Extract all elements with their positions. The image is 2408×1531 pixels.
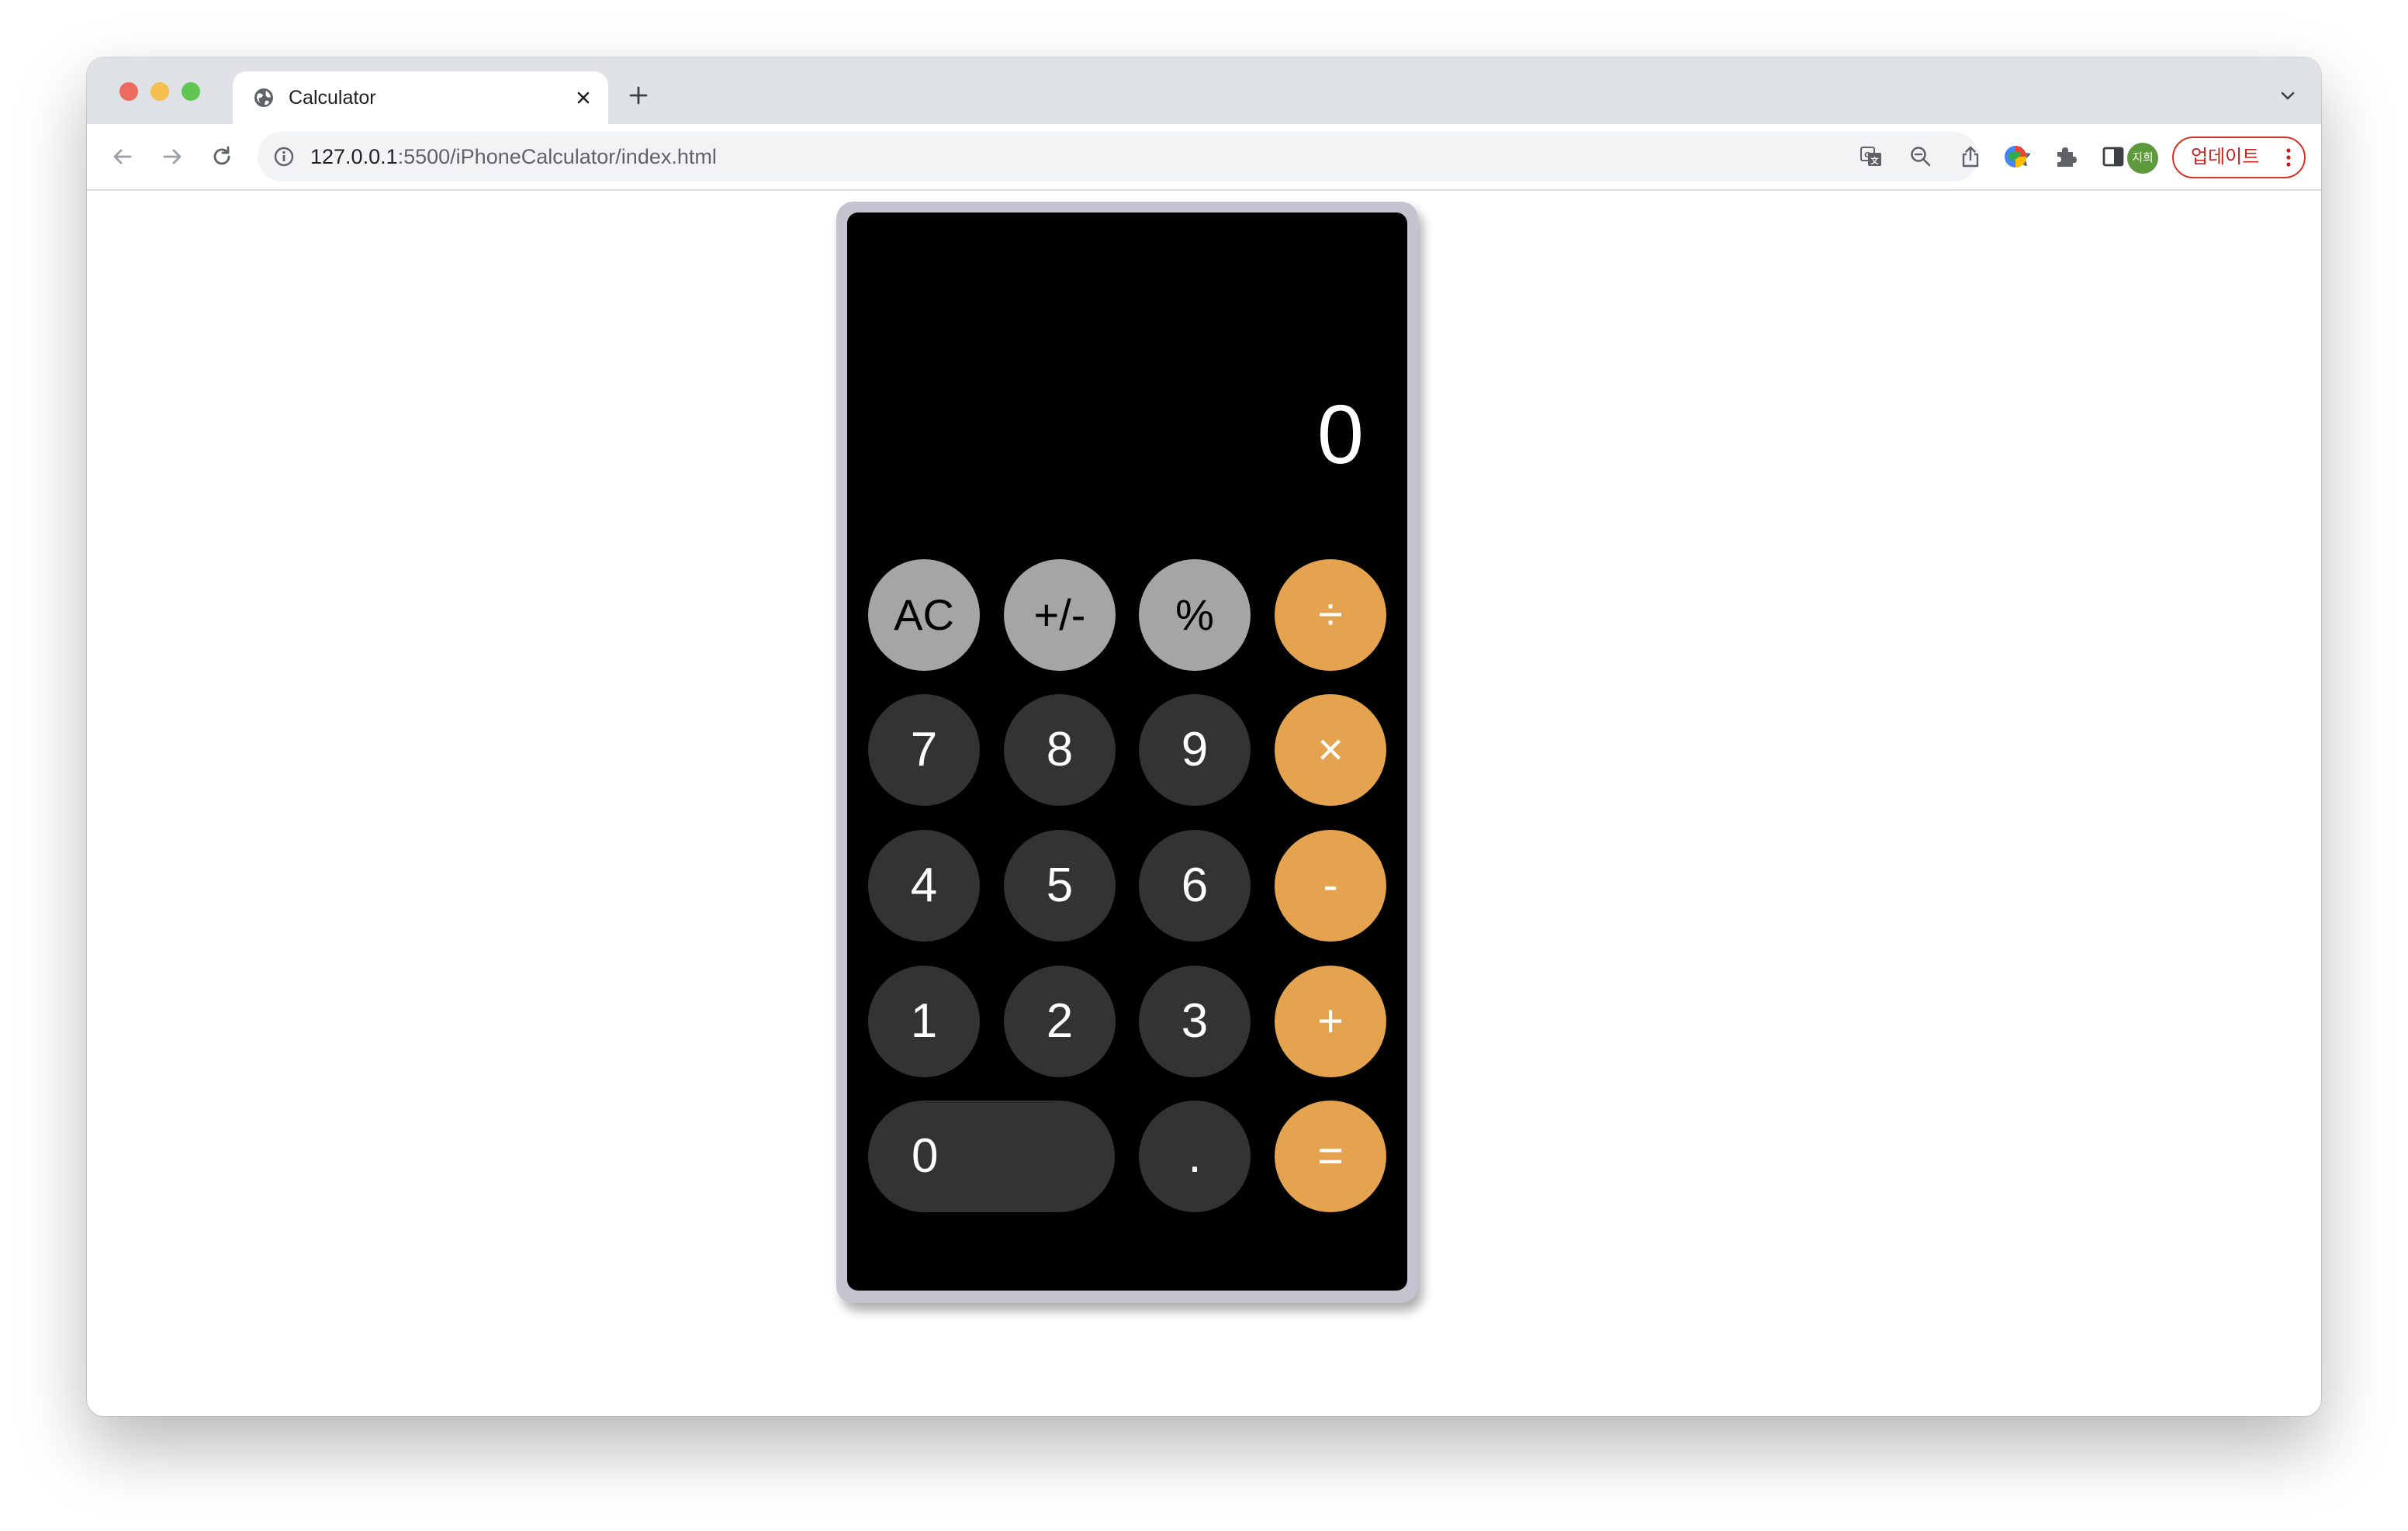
back-arrow-icon[interactable]: [109, 143, 137, 171]
chevron-down-icon[interactable]: [2278, 85, 2298, 105]
multiply-button[interactable]: ×: [1275, 694, 1386, 806]
extensions-puzzle-icon[interactable]: [2051, 143, 2079, 171]
digit-2-button[interactable]: 2: [1004, 966, 1116, 1077]
share-icon[interactable]: [1958, 144, 1983, 169]
add-button[interactable]: +: [1275, 966, 1386, 1077]
close-window-button[interactable]: [119, 82, 138, 101]
digit-7-button[interactable]: 7: [868, 694, 980, 806]
translate-icon[interactable]: G 文: [1859, 144, 1884, 169]
profile-avatar[interactable]: 지희: [2127, 143, 2158, 174]
url-host: 127.0.0.1: [310, 145, 398, 168]
zoom-out-icon[interactable]: [1908, 144, 1933, 169]
percent-button[interactable]: %: [1139, 559, 1251, 671]
minimize-window-button[interactable]: [150, 82, 169, 101]
extension-color-icon[interactable]: [2001, 143, 2029, 171]
digit-3-button[interactable]: 3: [1139, 966, 1251, 1077]
globe-icon: [254, 88, 273, 107]
svg-text:文: 文: [1871, 156, 1880, 166]
digit-4-button[interactable]: 4: [868, 830, 980, 942]
update-button[interactable]: 업데이트: [2172, 137, 2306, 178]
digit-0-button[interactable]: 0: [868, 1101, 1115, 1212]
side-panel-icon[interactable]: [2099, 143, 2127, 171]
digit-9-button[interactable]: 9: [1139, 694, 1251, 806]
digit-5-button[interactable]: 5: [1004, 830, 1116, 942]
tab-bar: Calculator: [87, 57, 2321, 124]
new-tab-icon[interactable]: [627, 84, 650, 107]
digit-8-button[interactable]: 8: [1004, 694, 1116, 806]
equals-button[interactable]: =: [1275, 1101, 1386, 1212]
reload-icon[interactable]: [208, 143, 236, 171]
calculator-display: 0: [1316, 387, 1364, 481]
digit-6-button[interactable]: 6: [1139, 830, 1251, 942]
calculator: 0 AC +/- % ÷ 7 8 9 × 4 5 6 - 1 2 3 + 0 .…: [836, 202, 1418, 1303]
url-path: :5500/iPhoneCalculator/index.html: [397, 145, 717, 168]
tab-title: Calculator: [289, 87, 376, 109]
calculator-body: 0 AC +/- % ÷ 7 8 9 × 4 5 6 - 1 2 3 + 0 .…: [847, 213, 1407, 1291]
divide-button[interactable]: ÷: [1275, 559, 1386, 671]
url-text[interactable]: 127.0.0.1:5500/iPhoneCalculator/index.ht…: [310, 144, 717, 169]
update-label: 업데이트: [2191, 147, 2260, 168]
subtract-button[interactable]: -: [1275, 830, 1386, 942]
zoom-window-button[interactable]: [182, 82, 200, 101]
svg-text:G: G: [1864, 151, 1870, 160]
all-clear-button[interactable]: AC: [868, 559, 980, 671]
plus-minus-button[interactable]: +/-: [1004, 559, 1116, 671]
address-bar[interactable]: 127.0.0.1:5500/iPhoneCalculator/index.ht…: [258, 132, 2031, 181]
digit-1-button[interactable]: 1: [868, 966, 980, 1077]
tab-calculator[interactable]: Calculator: [233, 71, 608, 124]
more-vertical-icon: [2286, 148, 2291, 167]
browser-toolbar: 127.0.0.1:5500/iPhoneCalculator/index.ht…: [87, 124, 2321, 191]
info-icon[interactable]: [273, 146, 295, 168]
decimal-button[interactable]: .: [1139, 1101, 1251, 1212]
close-icon[interactable]: [573, 87, 594, 109]
forward-arrow-icon[interactable]: [158, 143, 186, 171]
